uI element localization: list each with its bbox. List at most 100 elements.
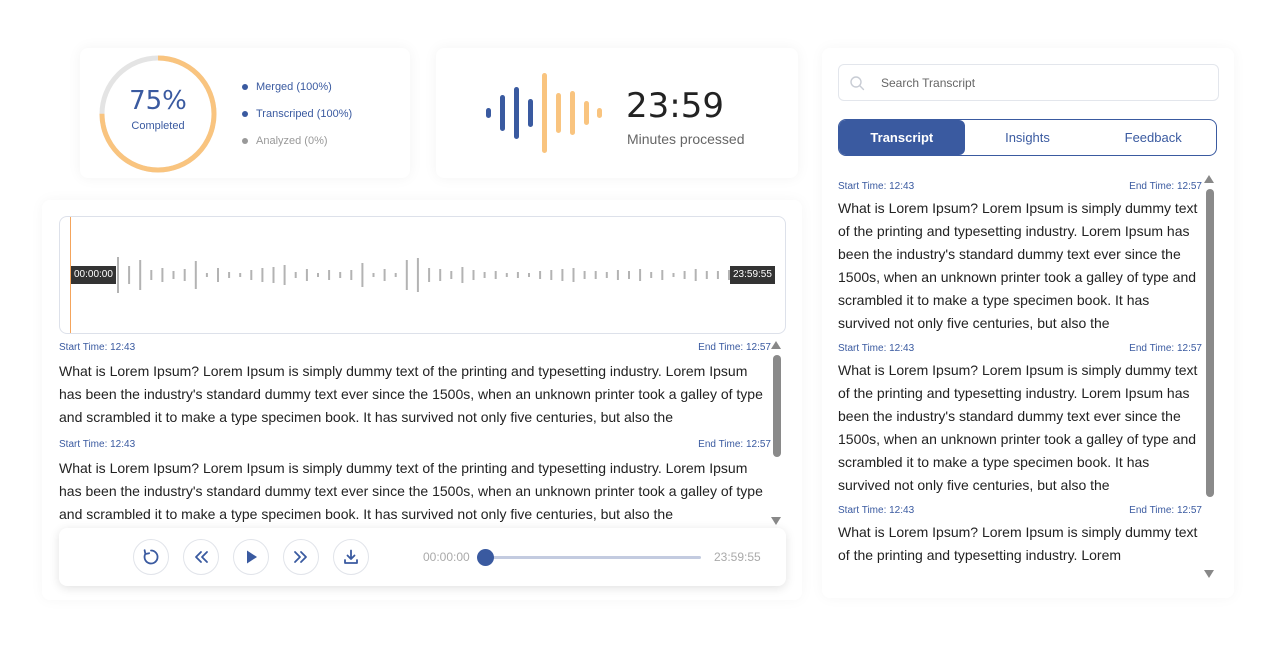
waveform-bar — [472, 270, 475, 280]
waveform-bar — [250, 270, 253, 280]
segment-list: Start Time: 12:43 End Time: 12:57 What i… — [59, 340, 771, 526]
waveform-bar — [272, 267, 275, 283]
scroll-down-arrow[interactable] — [771, 517, 781, 525]
legend-dot — [242, 138, 248, 144]
waveform-bars — [117, 257, 730, 293]
waveform-bar — [205, 273, 208, 277]
waveform-bar — [672, 273, 675, 277]
download-icon — [344, 549, 358, 564]
waveform-bar — [183, 269, 186, 281]
segment-start-time: Start Time: 12:43 — [838, 343, 915, 354]
legend-label: Merged (100%) — [256, 81, 332, 93]
search-input[interactable] — [881, 73, 1201, 93]
segment[interactable]: Start Time: 12:43 End Time: 12:57 What i… — [59, 437, 771, 526]
minutes-label: Minutes processed — [627, 131, 745, 147]
player-controls: 00:00:00 23:59:55 — [59, 528, 786, 586]
waveform-bar — [128, 266, 131, 284]
scroll-up-arrow[interactable] — [1204, 175, 1214, 183]
waveform-bar — [261, 268, 264, 282]
waveform-bar — [139, 260, 142, 290]
total-time: 23:59:55 — [714, 550, 761, 564]
transcript-segment[interactable]: Start Time: 12:43 End Time: 12:57 What i… — [838, 341, 1202, 497]
fast-forward-button[interactable] — [283, 539, 319, 575]
waveform-bar — [361, 263, 364, 287]
waveform-bar — [561, 269, 564, 281]
waveform[interactable]: 00:00:00 23:59:55 — [59, 216, 786, 334]
segment[interactable]: Start Time: 12:43 End Time: 12:57 What i… — [59, 340, 771, 429]
waveform-bar — [239, 273, 242, 277]
rewind-icon — [195, 551, 208, 563]
waveform-bar — [416, 258, 419, 292]
transcript-list: Start Time: 12:43 End Time: 12:57 What i… — [838, 179, 1202, 579]
tab-transcript[interactable]: Transcript — [839, 120, 965, 155]
waveform-bar — [305, 269, 308, 281]
waveform-bar — [694, 269, 697, 281]
waveform-bar — [194, 261, 197, 289]
segment-start-time: Start Time: 12:43 — [838, 505, 915, 516]
segment-start-time: Start Time: 12:43 — [838, 181, 915, 192]
waveform-bar — [428, 268, 431, 282]
waveform-bar — [317, 273, 319, 277]
search-box[interactable] — [838, 64, 1219, 101]
legend-dot — [242, 111, 248, 117]
waveform-bar — [117, 257, 119, 293]
progress-legend: Merged (100%) Transcriped (100%) Analyze… — [242, 80, 352, 161]
waveform-bar — [439, 269, 442, 281]
audio-wave-icon — [486, 73, 602, 153]
waveform-bar — [683, 271, 686, 279]
current-time: 00:00:00 — [423, 550, 470, 564]
waveform-bar — [350, 270, 353, 280]
segment-end-time: End Time: 12:57 — [1129, 181, 1202, 192]
transcript-segment[interactable]: Start Time: 12:43 End Time: 12:57 What i… — [838, 179, 1202, 335]
waveform-bar — [228, 272, 231, 278]
player-card: 00:00:00 23:59:55 Start Time: 12:43 End … — [42, 200, 802, 600]
waveform-bar — [628, 271, 630, 279]
replay-button[interactable] — [133, 539, 169, 575]
segment-text: What is Lorem Ipsum? Lorem Ipsum is simp… — [59, 460, 763, 522]
waveform-bar — [394, 273, 397, 277]
minutes-value: 23:59 — [626, 86, 724, 126]
seek-handle[interactable] — [477, 549, 494, 566]
play-icon — [247, 550, 257, 564]
segment-text: What is Lorem Ipsum? Lorem Ipsum is simp… — [838, 524, 1198, 563]
progress-caption: Completed — [131, 120, 185, 132]
segment-end-time: End Time: 12:57 — [698, 439, 771, 450]
rewind-button[interactable] — [183, 539, 219, 575]
scrollbar-thumb[interactable] — [773, 355, 781, 457]
scrollbar-thumb[interactable] — [1206, 189, 1214, 497]
waveform-bar — [494, 271, 497, 279]
legend-item-transcribed: Transcriped (100%) — [242, 107, 352, 121]
play-button[interactable] — [233, 539, 269, 575]
waveform-bar — [150, 270, 153, 280]
segment-end-time: End Time: 12:57 — [1129, 505, 1202, 516]
waveform-bar — [461, 267, 464, 283]
waveform-bar — [505, 273, 508, 277]
tab-feedback[interactable]: Feedback — [1090, 120, 1216, 155]
waveform-bar — [450, 271, 453, 279]
segment-text: What is Lorem Ipsum? Lorem Ipsum is simp… — [838, 200, 1198, 331]
replay-icon — [143, 549, 159, 565]
progress-percent: 75% — [129, 86, 187, 116]
tab-insights[interactable]: Insights — [965, 120, 1091, 155]
segment-start-time: Start Time: 12:43 — [59, 439, 136, 450]
waveform-bar — [217, 268, 219, 282]
segment-text: What is Lorem Ipsum? Lorem Ipsum is simp… — [838, 362, 1198, 493]
waveform-bar — [516, 272, 519, 278]
waveform-bar — [539, 271, 542, 279]
download-button[interactable] — [333, 539, 369, 575]
progress-card: 75% Completed Merged (100%) Transcriped … — [80, 48, 410, 178]
scroll-up-arrow[interactable] — [771, 341, 781, 349]
segment-text: What is Lorem Ipsum? Lorem Ipsum is simp… — [59, 363, 763, 425]
waveform-bar — [161, 268, 164, 282]
waveform-bar — [328, 270, 331, 280]
waveform-bar — [639, 269, 642, 281]
transcript-segment[interactable]: Start Time: 12:43 End Time: 12:57 What i… — [838, 503, 1202, 567]
legend-item-analyzed: Analyzed (0%) — [242, 134, 352, 148]
waveform-bar — [594, 271, 597, 279]
legend-item-merged: Merged (100%) — [242, 80, 352, 94]
waveform-bar — [339, 272, 342, 278]
scroll-down-arrow[interactable] — [1204, 570, 1214, 578]
waveform-bar — [705, 271, 708, 279]
seek-track[interactable] — [485, 556, 701, 559]
waveform-bar — [294, 272, 297, 278]
